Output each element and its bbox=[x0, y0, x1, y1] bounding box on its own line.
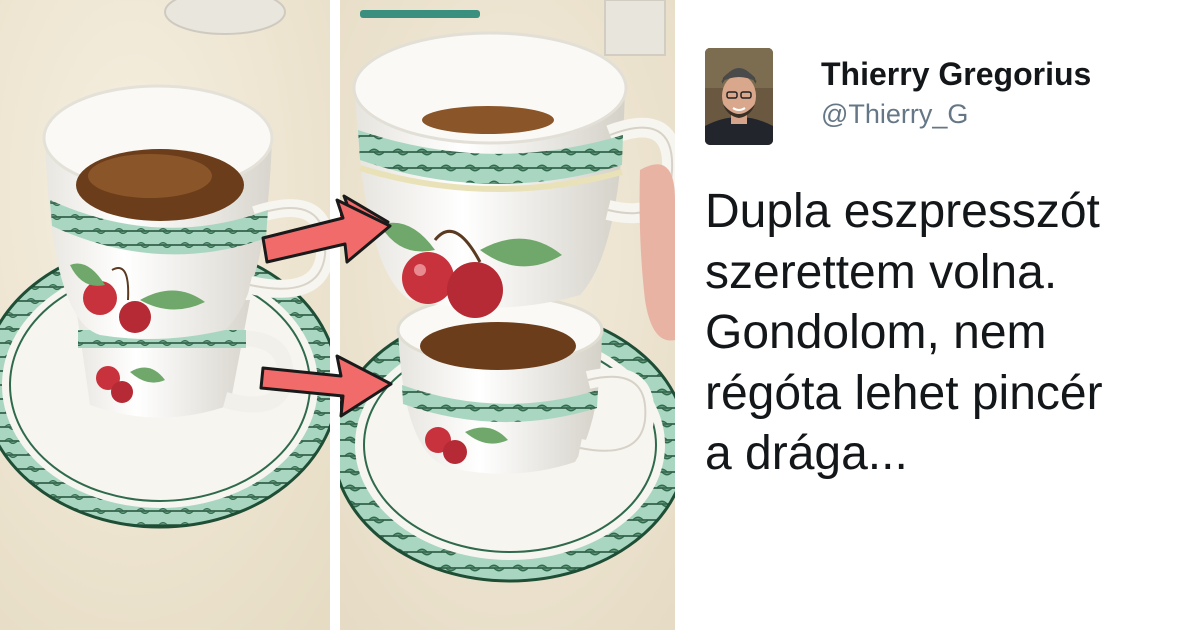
avatar[interactable] bbox=[705, 48, 773, 145]
author-handle[interactable]: @Thierry_G bbox=[821, 99, 968, 130]
pointer-arrows bbox=[259, 198, 393, 418]
tweet-text: Dupla eszpresszót szerettem volna. Gondo… bbox=[705, 185, 1103, 480]
tweet-card: Thierry Gregorius @Thierry_G Dupla eszpr… bbox=[675, 0, 1200, 630]
author-name[interactable]: Thierry Gregorius bbox=[821, 56, 1091, 93]
arrow-icon bbox=[259, 354, 393, 418]
user-avatar-photo bbox=[705, 48, 773, 145]
arrow-icon bbox=[261, 198, 392, 264]
